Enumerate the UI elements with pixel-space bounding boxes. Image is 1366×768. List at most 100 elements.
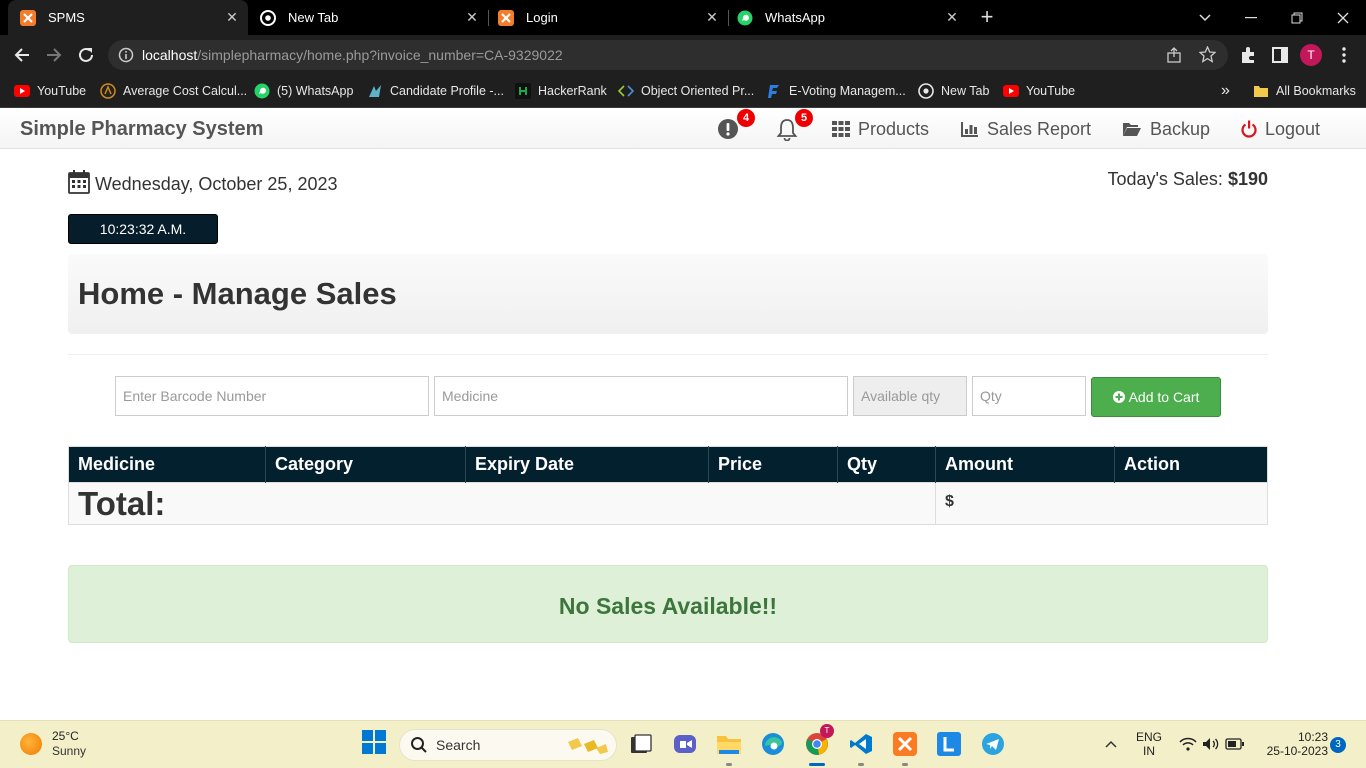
nav-sales-report-label: Sales Report [987, 118, 1092, 139]
more-bookmarks-button[interactable]: » [1221, 82, 1230, 100]
nav-logout[interactable]: Logout [1241, 118, 1320, 140]
app-l-icon[interactable] [935, 730, 963, 758]
empty-sales-message: No Sales Available!! [558, 593, 778, 619]
edge-icon[interactable] [759, 730, 787, 758]
close-window-icon[interactable] [1320, 0, 1366, 35]
teams-chat-icon[interactable] [671, 730, 699, 758]
bookmark-label: (5) WhatsApp [277, 84, 354, 98]
chrome-icon [260, 9, 276, 26]
browser-toolbar: localhost/simplepharmacy/home.php?invoic… [0, 35, 1366, 75]
bookmark-new-tab[interactable]: New Tab [918, 82, 989, 100]
add-to-cart-button[interactable]: Add to Cart [1091, 377, 1221, 417]
search-highlight-icon [566, 736, 610, 759]
bookmark-average-cost[interactable]: Average Cost Calcul... [100, 82, 247, 100]
language-primary: ENG [1135, 730, 1162, 744]
live-clock: 10:23:32 A.M. [68, 214, 218, 244]
side-panel-icon[interactable] [1268, 43, 1292, 67]
bookmark-label: New Tab [941, 84, 990, 98]
tab-title: Login [526, 10, 558, 25]
show-hidden-icons-icon[interactable] [1097, 730, 1125, 758]
power-off-icon [1241, 120, 1257, 138]
nav-logout-label: Logout [1265, 118, 1321, 139]
task-view-icon[interactable] [627, 730, 655, 758]
notifications-badge: 5 [795, 109, 813, 127]
chrome-icon[interactable]: T [803, 724, 834, 758]
bookmark-whatsapp[interactable]: (5) WhatsApp [254, 82, 353, 100]
taskbar-search[interactable]: Search [399, 729, 617, 761]
close-icon[interactable]: ✕ [944, 9, 960, 25]
close-icon[interactable]: ✕ [224, 9, 240, 25]
all-bookmarks[interactable]: All Bookmarks [1253, 82, 1356, 100]
grid-icon [832, 121, 850, 137]
alerts-button[interactable]: 4 [717, 109, 755, 141]
file-explorer-icon[interactable] [715, 730, 743, 758]
youtube-icon [14, 83, 30, 99]
minimize-icon[interactable] [1228, 0, 1274, 35]
barcode-input[interactable] [115, 376, 429, 416]
chrome-profile-badge: T [820, 724, 834, 738]
bookmark-evoting[interactable]: E-Voting Managem... [766, 82, 906, 100]
total-row: Total: $ [68, 482, 1268, 525]
bookmark-label: HackerRank [538, 84, 607, 98]
profile-icon [367, 83, 383, 99]
tab-new-tab[interactable]: New Tab ✕ [248, 0, 488, 35]
bookmarks-bar: YouTube Average Cost Calcul... (5) Whats… [0, 75, 1366, 108]
new-tab-button[interactable]: + [976, 6, 998, 28]
code-icon [618, 83, 634, 99]
site-info-icon[interactable] [118, 47, 134, 68]
plus-circle-icon [1112, 391, 1125, 403]
notifications-button[interactable]: 5 [775, 109, 813, 141]
folder-icon [1253, 83, 1269, 99]
telegram-icon[interactable] [979, 730, 1007, 758]
bookmark-label: Average Cost Calcul... [123, 84, 248, 98]
tab-search-icon[interactable] [1182, 0, 1228, 35]
restore-icon[interactable] [1274, 0, 1320, 35]
xampp-icon[interactable] [891, 730, 919, 758]
add-to-cart-label: Add to Cart [1128, 389, 1200, 405]
clock-date: 25-10-2023 [1266, 744, 1328, 758]
address-bar[interactable]: localhost/simplepharmacy/home.php?invoic… [108, 40, 1228, 70]
bookmark-label: All Bookmarks [1276, 84, 1356, 98]
bookmark-star-icon[interactable] [1198, 45, 1217, 68]
app-brand[interactable]: Simple Pharmacy System [20, 118, 263, 141]
bookmark-candidate-profile[interactable]: Candidate Profile -... [367, 82, 504, 100]
bookmark-object-oriented[interactable]: Object Oriented Pr... [618, 82, 754, 100]
medicine-input[interactable] [434, 376, 848, 416]
language-indicator[interactable]: ENG IN [1134, 730, 1164, 758]
active-app-indicator [809, 763, 825, 766]
share-icon[interactable] [1166, 47, 1182, 68]
nav-backup[interactable]: Backup [1122, 118, 1210, 140]
notification-count-badge[interactable]: 3 [1330, 737, 1346, 753]
battery-icon[interactable] [1221, 730, 1249, 758]
reload-icon[interactable] [74, 43, 98, 67]
close-icon[interactable]: ✕ [464, 9, 480, 25]
search-icon [410, 736, 428, 754]
bar-chart-icon [961, 121, 979, 137]
divider [68, 354, 1268, 355]
qty-input[interactable] [972, 376, 1086, 416]
bookmark-youtube-2[interactable]: YouTube [1003, 82, 1075, 100]
tab-spms[interactable]: SPMS ✕ [8, 0, 248, 35]
menu-dots-icon[interactable] [1332, 43, 1356, 67]
xampp-icon [498, 9, 514, 26]
date-text: Wednesday, October 25, 2023 [95, 174, 338, 194]
system-clock[interactable]: 10:23 25-10-2023 [1256, 730, 1328, 758]
extensions-icon[interactable] [1236, 43, 1260, 67]
forward-icon[interactable] [42, 43, 66, 67]
col-action: Action [1114, 446, 1268, 483]
vscode-icon[interactable] [847, 730, 875, 758]
bookmark-youtube[interactable]: YouTube [14, 82, 86, 100]
bookmark-hackerrank[interactable]: HackerRank [515, 82, 607, 100]
start-button[interactable] [360, 729, 388, 758]
close-icon[interactable]: ✕ [704, 9, 720, 25]
total-label: Total: [68, 482, 936, 525]
tab-whatsapp[interactable]: WhatsApp ✕ [728, 0, 968, 35]
weather-widget[interactable]: 25°C Sunny [20, 729, 86, 759]
nav-products-label: Products [858, 118, 930, 139]
back-icon[interactable] [10, 43, 34, 67]
nav-sales-report[interactable]: Sales Report [961, 118, 1091, 140]
profile-avatar[interactable]: T [1300, 44, 1322, 66]
tab-login[interactable]: Login ✕ [488, 0, 728, 35]
nav-products[interactable]: Products [832, 118, 929, 140]
youtube-icon [1003, 83, 1019, 99]
